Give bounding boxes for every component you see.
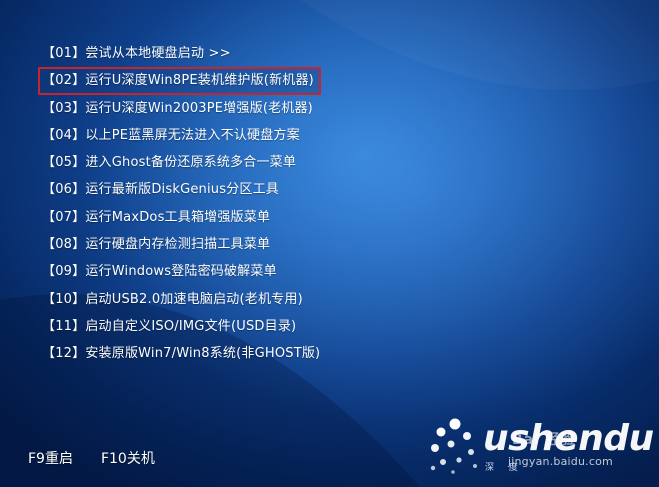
- menu-item-10[interactable]: 【10】启动USB2.0加速电脑启动(老机专用): [38, 286, 327, 313]
- menu-item-02[interactable]: 【02】运行U深度Win8PE装机维护版(新机器): [38, 67, 327, 96]
- shutdown-hotkey[interactable]: F10关机: [101, 448, 155, 468]
- menu-item-09[interactable]: 【09】运行Windows登陆密码破解菜单: [38, 258, 327, 285]
- menu-item-05[interactable]: 【05】进入Ghost备份还原系统多合一菜单: [38, 149, 327, 176]
- menu-item-label: 【06】运行最新版DiskGenius分区工具: [42, 182, 280, 198]
- menu-item-label: 【07】运行MaxDos工具箱增强版菜单: [42, 209, 271, 225]
- menu-item-label: 【09】运行Windows登陆密码破解菜单: [42, 264, 277, 280]
- menu-item-06[interactable]: 【06】运行最新版DiskGenius分区工具: [38, 176, 327, 203]
- hotkey-bar: F9重启 F10关机: [28, 448, 155, 468]
- menu-item-label: 【11】启动自定义ISO/IMG文件(USD目录): [42, 318, 297, 334]
- menu-item-12[interactable]: 【12】安装原版Win7/Win8系统(非GHOST版): [38, 340, 327, 367]
- menu-item-03[interactable]: 【03】运行U深度Win2003PE增强版(老机器): [38, 95, 327, 122]
- menu-item-label: 【05】进入Ghost备份还原系统多合一菜单: [42, 155, 297, 171]
- dot-swirl-icon: [430, 418, 477, 474]
- menu-item-label: 【03】运行U深度Win2003PE增强版(老机器): [42, 100, 313, 116]
- menu-item-08[interactable]: 【08】运行硬盘内存检测扫描工具菜单: [38, 231, 327, 258]
- boot-menu: 【01】尝试从本地硬盘启动 >> 【02】运行U深度Win8PE装机维护版(新机…: [38, 40, 327, 368]
- reboot-hotkey[interactable]: F9重启: [28, 448, 73, 468]
- menu-item-label: 【02】运行U深度Win8PE装机维护版(新机器): [38, 67, 321, 96]
- menu-item-label: 【08】运行硬盘内存检测扫描工具菜单: [42, 237, 271, 253]
- menu-item-label: 【10】启动USB2.0加速电脑启动(老机专用): [42, 291, 303, 307]
- menu-item-label: 【01】尝试从本地硬盘启动 >>: [42, 46, 231, 61]
- menu-item-01[interactable]: 【01】尝试从本地硬盘启动 >>: [38, 40, 327, 67]
- menu-item-label: 【12】安装原版Win7/Win8系统(非GHOST版): [42, 346, 321, 362]
- menu-item-label: 【04】以上PE蓝黑屏无法进入不认硬盘方案: [42, 127, 300, 143]
- baidu-jingyan-watermark: Bai 经验: [512, 432, 576, 448]
- menu-item-11[interactable]: 【11】启动自定义ISO/IMG文件(USD目录): [38, 313, 327, 340]
- menu-item-04[interactable]: 【04】以上PE蓝黑屏无法进入不认硬盘方案: [38, 122, 327, 149]
- watermark-url: jingyan.baidu.com: [508, 455, 613, 468]
- menu-item-07[interactable]: 【07】运行MaxDos工具箱增强版菜单: [38, 204, 327, 231]
